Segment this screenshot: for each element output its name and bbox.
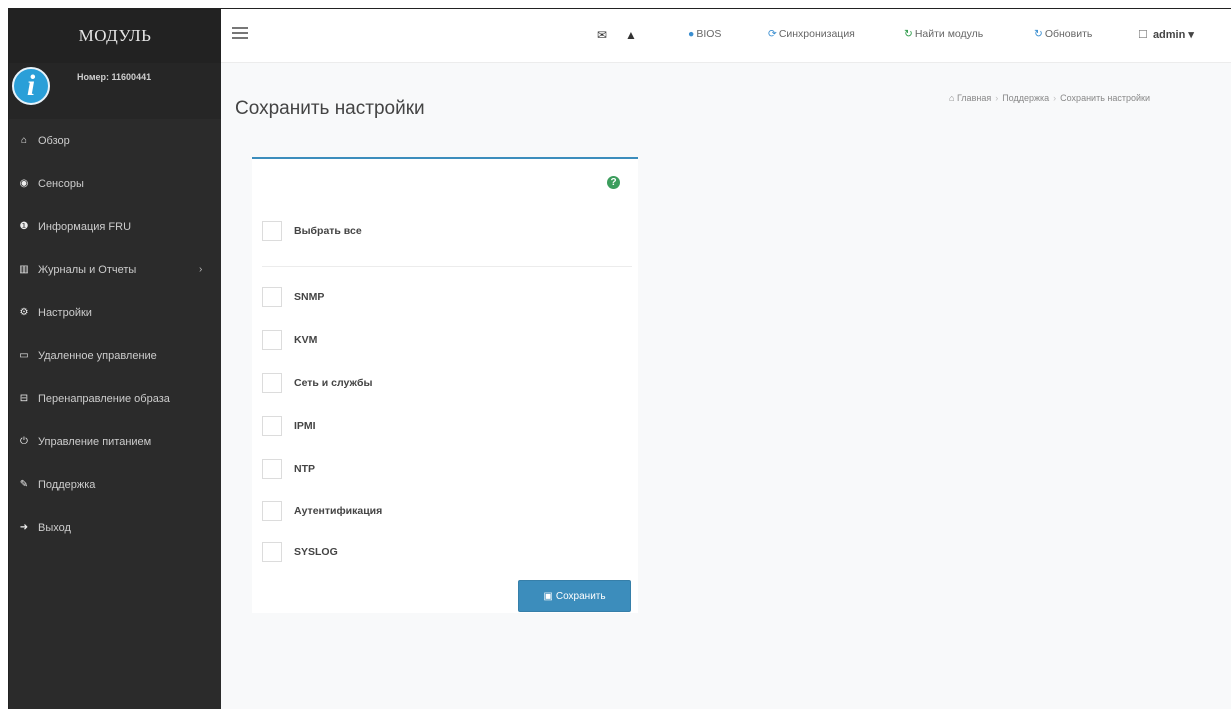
ipmi-checkbox[interactable] (262, 416, 282, 436)
sidebar-item-label: Перенаправление образа (38, 392, 170, 405)
sync-icon: ⟳ (768, 28, 777, 40)
power-icon: ⏻ (20, 436, 28, 447)
breadcrumb-current: Сохранить настройки (1060, 93, 1150, 103)
option-label: SNMP (294, 291, 325, 303)
hamburger-menu-icon[interactable] (232, 27, 248, 42)
authentication-checkbox[interactable] (262, 501, 282, 521)
chart-icon: ▥ (19, 264, 29, 275)
refresh-link[interactable]: ↻ Обновить (1034, 28, 1092, 40)
snmp-checkbox[interactable] (262, 287, 282, 307)
page-title: Сохранить настройки (235, 98, 425, 119)
syslog-checkbox[interactable] (262, 542, 282, 562)
option-kvm[interactable]: KVM (262, 330, 317, 350)
bios-link[interactable]: ● BIOS (688, 28, 721, 40)
breadcrumb-support[interactable]: Поддержка (1002, 93, 1049, 103)
find-module-link[interactable]: ↻ Найти модуль (904, 28, 983, 40)
breadcrumb: ⌂ Главная › Поддержка › Сохранить настройки (949, 93, 1150, 103)
sidebar-item-sensors[interactable]: ◉ Сенсоры (9, 162, 221, 205)
user-panel: i Номер: 11600441 (9, 63, 221, 119)
option-label: SYSLOG (294, 546, 338, 558)
sidebar-item-label: Обзор (38, 134, 70, 147)
sidebar: МОДУЛЬ i Номер: 11600441 ⌂ Обзор ◉ Сенсо… (9, 9, 221, 709)
gear-icon: ⚙ (19, 307, 29, 318)
option-ntp[interactable]: NTP (262, 459, 315, 479)
user-icon: ☐ (1138, 29, 1148, 41)
option-label: KVM (294, 334, 318, 346)
sidebar-item-label: Журналы и Отчеты (38, 263, 137, 276)
sidebar-item-image-redirection[interactable]: ⊟ Перенаправление образа (9, 377, 221, 420)
sidebar-item-overview[interactable]: ⌂ Обзор (9, 119, 221, 162)
info-avatar-icon: i (12, 67, 50, 105)
sidebar-item-label: Выход (38, 521, 71, 534)
option-ipmi[interactable]: IPMI (262, 416, 316, 436)
refresh-icon: ↻ (1034, 28, 1043, 40)
select-all-checkbox[interactable] (262, 221, 282, 241)
user-menu[interactable]: ☐ admin ▾ (1138, 28, 1194, 41)
user-number: Номер: 11600441 (77, 72, 152, 82)
info-circle-icon: ● (688, 28, 695, 40)
sidebar-item-support[interactable]: ✎ Поддержка (9, 463, 221, 506)
kvm-checkbox[interactable] (262, 330, 282, 350)
top-bar: ✉ ▲ ● BIOS ⟳ Синхронизация ↻ Найти модуль ↻… (221, 9, 1231, 63)
sidebar-item-label: Удаленное управление (38, 349, 157, 362)
settings-card: ? Выбрать все SNMP KVM Сеть и службы IPM… (252, 157, 638, 613)
save-button-label: Сохранить (555, 590, 606, 602)
disk-icon: ⊟ (19, 393, 29, 404)
sidebar-item-label: Сенсоры (38, 177, 84, 190)
option-label: IPMI (294, 420, 316, 432)
option-syslog[interactable]: SYSLOG (262, 542, 338, 562)
select-all-row[interactable]: Выбрать все (262, 221, 362, 241)
sync-link[interactable]: ⟳ Синхронизация (768, 28, 855, 40)
floppy-disk-icon: ▣ (543, 590, 553, 602)
divider (262, 266, 632, 267)
wrench-icon: ✎ (19, 479, 29, 490)
refresh-green-icon: ↻ (904, 28, 913, 40)
sidebar-item-fru-info[interactable]: ❶ Информация FRU (9, 205, 221, 248)
breadcrumb-home[interactable]: Главная (957, 93, 991, 103)
option-label: Аутентификация (294, 505, 383, 517)
sidebar-item-label: Настройки (38, 306, 92, 319)
network-checkbox[interactable] (262, 373, 282, 393)
save-button[interactable]: ▣ Сохранить (518, 580, 631, 612)
sidebar-item-logout[interactable]: ➜ Выход (9, 506, 221, 549)
sidebar-item-power[interactable]: ⏻ Управление питанием (9, 420, 221, 463)
sidebar-item-logs[interactable]: ▥ Журналы и Отчеты › (9, 248, 221, 291)
monitor-icon: ▭ (19, 350, 29, 361)
brand-logo: МОДУЛЬ (9, 9, 221, 63)
help-icon[interactable]: ? (607, 176, 620, 189)
alert-icon[interactable]: ▲ (625, 28, 637, 42)
option-label: NTP (294, 463, 315, 475)
option-network[interactable]: Сеть и службы (262, 373, 372, 393)
sensor-icon: ◉ (19, 178, 29, 189)
sidebar-item-label: Информация FRU (38, 220, 132, 233)
sidebar-nav: ⌂ Обзор ◉ Сенсоры ❶ Информация FRU ▥ Жур… (9, 119, 221, 549)
option-snmp[interactable]: SNMP (262, 287, 324, 307)
option-authentication[interactable]: Аутентификация (262, 501, 382, 521)
mail-icon[interactable]: ✉ (597, 28, 607, 42)
ntp-checkbox[interactable] (262, 459, 282, 479)
home-icon: ⌂ (20, 135, 28, 146)
chevron-right-icon: › (199, 264, 203, 275)
home-icon: ⌂ (949, 93, 957, 103)
option-label: Сеть и службы (294, 377, 373, 389)
info-icon: ❶ (19, 221, 29, 232)
select-all-label: Выбрать все (294, 225, 362, 237)
sidebar-item-remote-control[interactable]: ▭ Удаленное управление (9, 334, 221, 377)
sidebar-item-label: Управление питанием (38, 435, 152, 448)
app-window: МОДУЛЬ i Номер: 11600441 ⌂ Обзор ◉ Сенсо… (8, 8, 1231, 709)
logout-icon: ➜ (19, 522, 29, 533)
sidebar-item-label: Поддержка (38, 478, 96, 491)
sidebar-item-settings[interactable]: ⚙ Настройки (9, 291, 221, 334)
